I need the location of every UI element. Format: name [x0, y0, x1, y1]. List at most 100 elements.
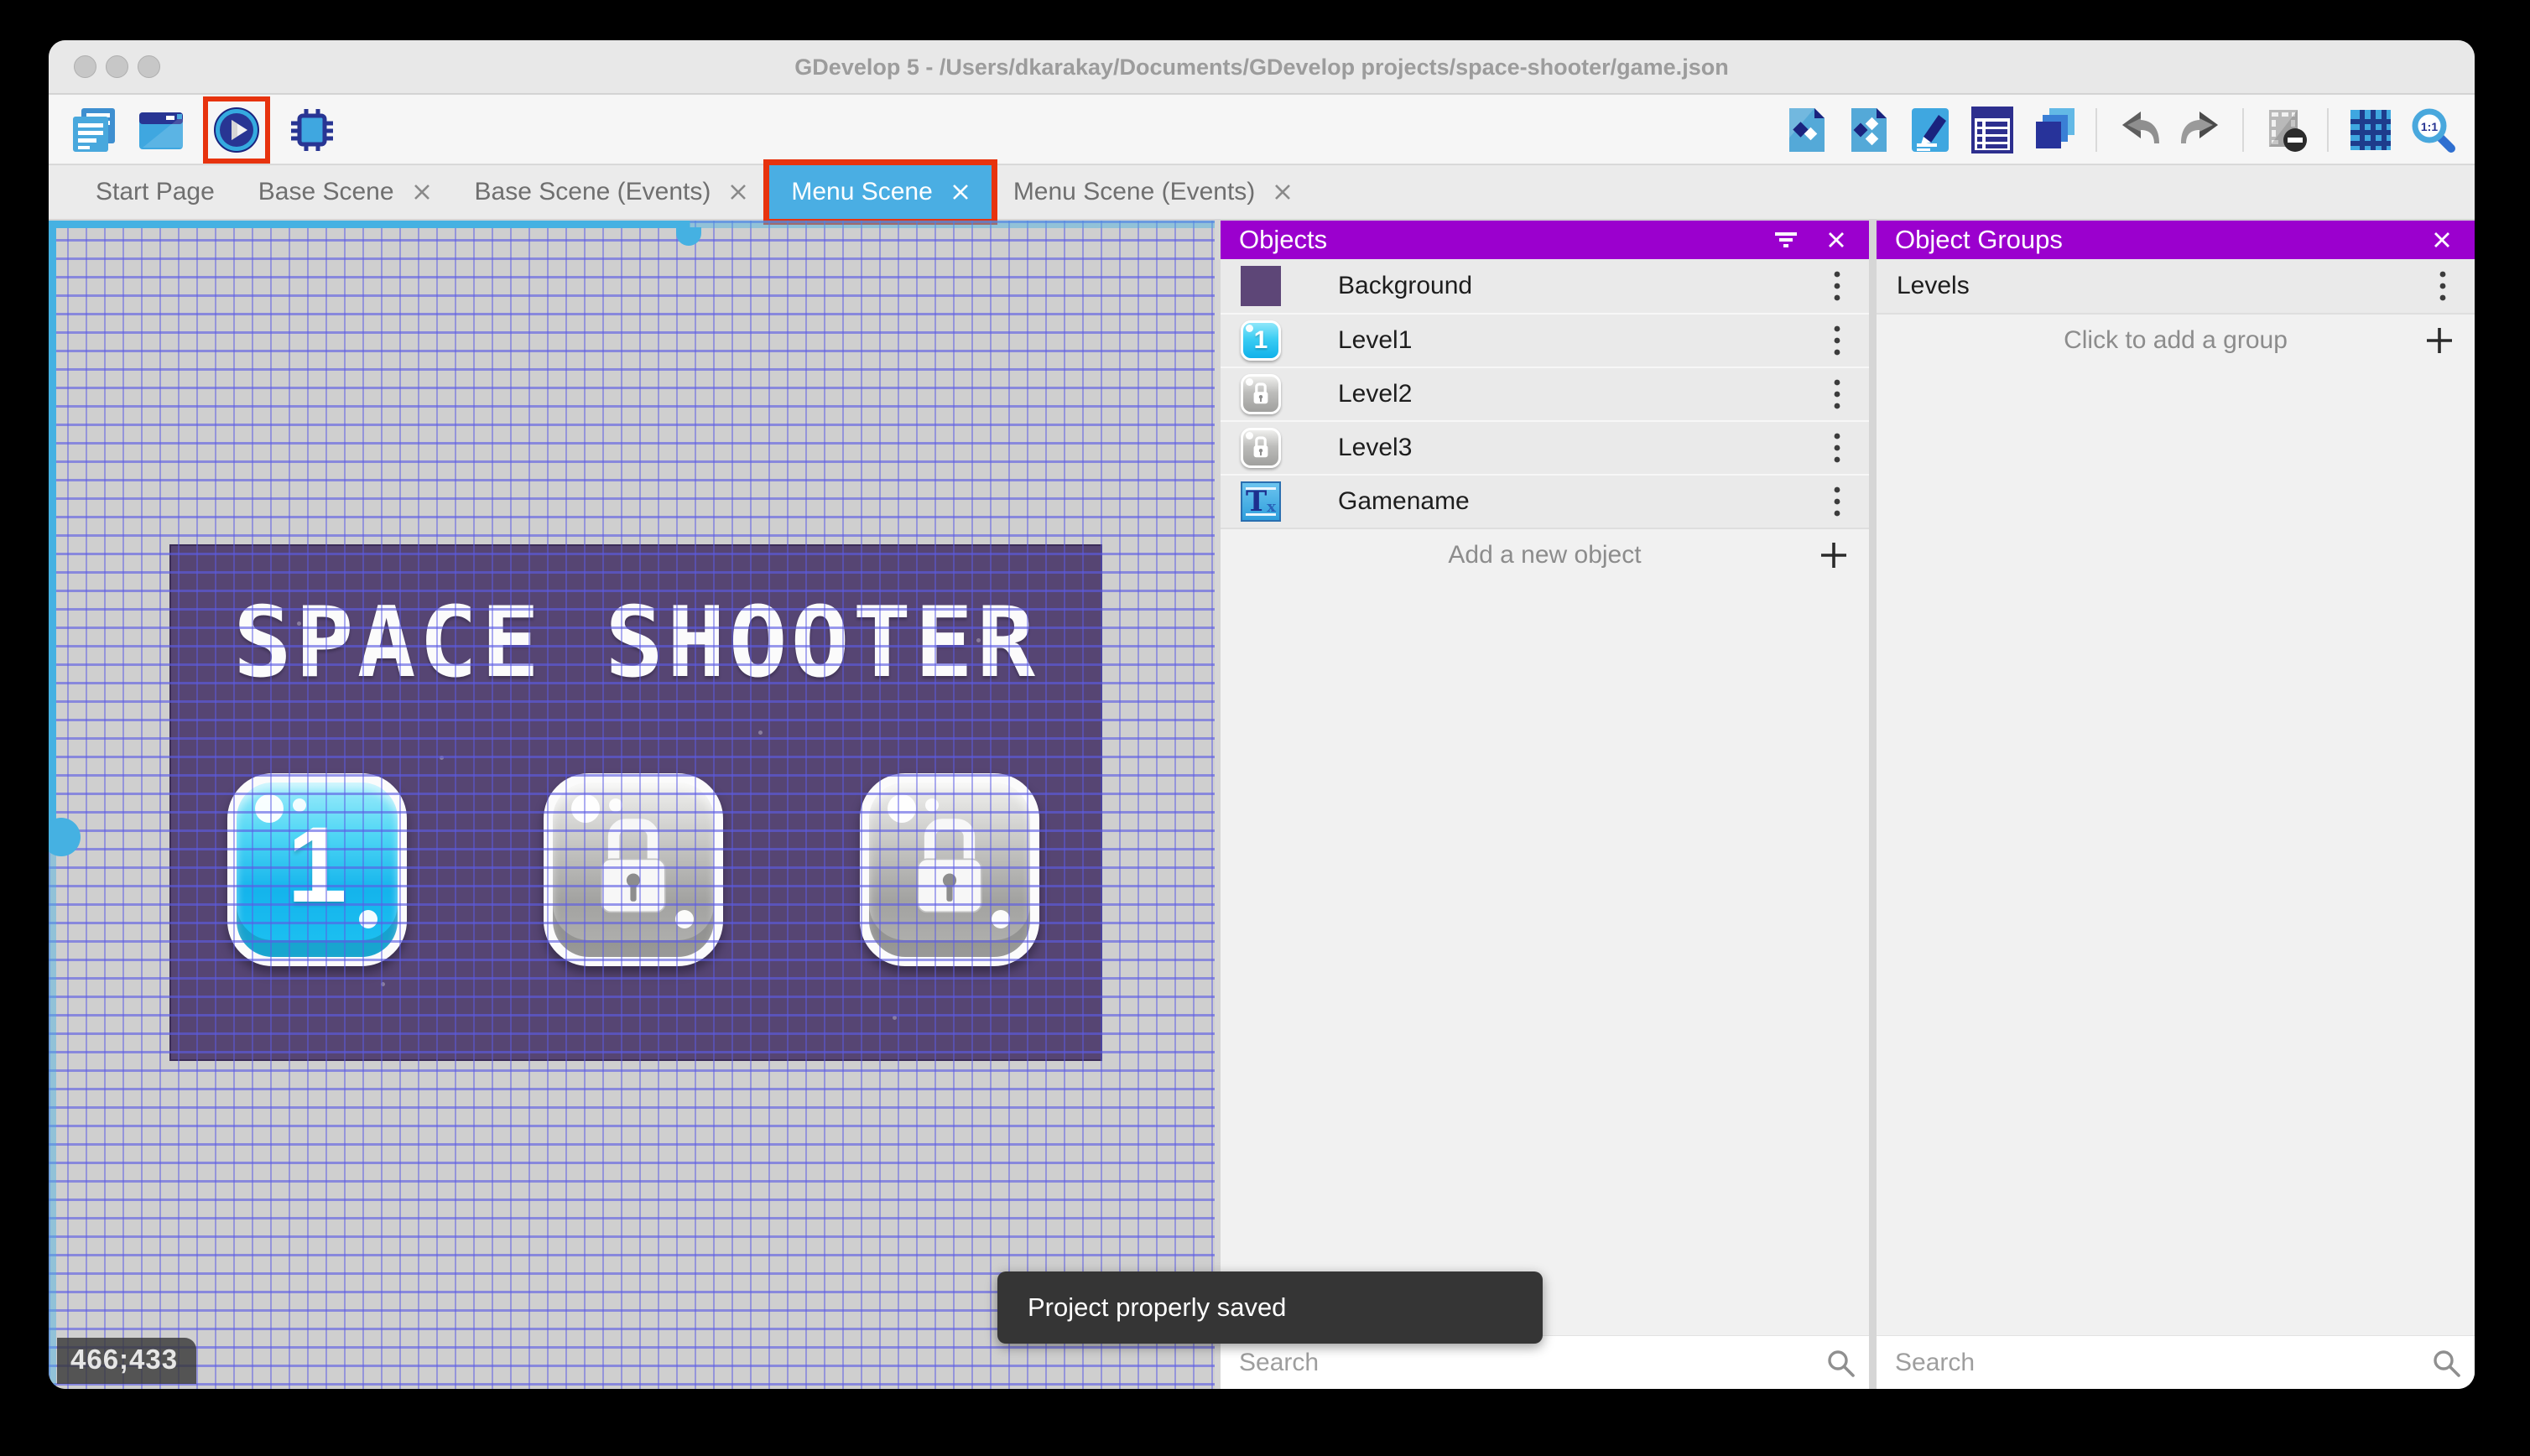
close-icon: [1829, 232, 1844, 247]
debugger-icon: [291, 108, 333, 151]
filter-icon: [1775, 232, 1797, 247]
objects-editor-button[interactable]: [1782, 106, 1830, 153]
play-highlight-box: [203, 96, 270, 164]
grid-icon: [2350, 109, 2391, 150]
tab-bar: Start Page Base Scene Base Scene (Events…: [49, 165, 2475, 220]
close-icon: [2434, 232, 2449, 247]
tab-close-icon[interactable]: [951, 183, 970, 201]
tab-close-icon[interactable]: [729, 183, 747, 201]
zoom-original-button[interactable]: 1:1: [2408, 106, 2456, 153]
level3-thumbnail: [1241, 428, 1281, 468]
object-row-level1[interactable]: 1 Level1: [1221, 313, 1869, 367]
zoom-1-1-icon: 1:1: [2412, 108, 2455, 153]
mini-lock-icon: [1253, 382, 1268, 404]
groups-search: [1877, 1335, 2475, 1389]
instances-list-button[interactable]: [1968, 106, 2016, 153]
search-icon: [1825, 1348, 1856, 1382]
add-group-button[interactable]: Click to add a group: [1877, 313, 2475, 367]
kebab-icon: [1834, 486, 1840, 517]
toolbar-right: 1:1: [1782, 95, 2456, 164]
object-row-background[interactable]: Background: [1221, 259, 1869, 313]
objects-panel-header: Objects: [1221, 221, 1869, 259]
tab-label: Menu Scene (Events): [1013, 178, 1256, 205]
scene-window-button[interactable]: [136, 105, 186, 155]
tab-menu-scene[interactable]: Menu Scene: [769, 165, 992, 219]
tab-close-icon[interactable]: [1273, 183, 1292, 201]
object-menu-button[interactable]: [1820, 374, 1854, 414]
play-preview-button[interactable]: [212, 106, 261, 154]
object-name: Level3: [1338, 434, 1413, 461]
object-row-level3[interactable]: Level3: [1221, 420, 1869, 474]
objects-panel-empty-space: [1221, 581, 1869, 1335]
scene-window-icon: [139, 112, 183, 149]
toolbar-left: [69, 95, 337, 164]
layers-editor-button[interactable]: [2030, 106, 2078, 153]
svg-text:1:1: 1:1: [2420, 120, 2437, 133]
kebab-icon: [2439, 271, 2446, 301]
project-manager-button[interactable]: [69, 105, 119, 155]
level2-thumbnail: [1241, 374, 1281, 414]
objects-panel: Objects Background 1 Level1 Level2 Level…: [1221, 221, 1869, 1389]
object-groups-editor-icon: [1851, 107, 1887, 152]
redo-icon: [2180, 111, 2218, 143]
undo-button[interactable]: [2115, 106, 2163, 153]
object-menu-button[interactable]: [1820, 428, 1854, 468]
object-groups-panel: Object Groups Levels Click to add a grou…: [1877, 221, 2475, 1389]
background-thumbnail: [1241, 266, 1281, 306]
object-menu-button[interactable]: [1820, 266, 1854, 306]
groups-search-input[interactable]: [1877, 1336, 2475, 1389]
gamename-thumbnail: Tx: [1241, 481, 1281, 522]
objects-editor-icon: [1785, 107, 1825, 152]
properties-icon: [1911, 107, 1949, 152]
group-menu-button[interactable]: [2426, 266, 2460, 306]
plus-icon: [1817, 538, 1851, 572]
kebab-icon: [1834, 325, 1840, 356]
tab-menu-scene-events[interactable]: Menu Scene (Events): [992, 165, 1314, 219]
group-row-levels[interactable]: Levels: [1877, 259, 2475, 313]
kebab-icon: [1834, 379, 1840, 409]
layers-editor-icon: [2035, 107, 2074, 148]
filter-button[interactable]: [1772, 226, 1800, 254]
plus-icon: [2423, 324, 2456, 357]
kebab-icon: [1834, 271, 1840, 301]
object-menu-button[interactable]: [1820, 481, 1854, 522]
save-toast: Project properly saved: [997, 1271, 1543, 1344]
redo-button[interactable]: [2177, 106, 2225, 153]
object-groups-panel-header: Object Groups: [1877, 221, 2475, 259]
vertical-scrollbar[interactable]: [49, 221, 56, 1389]
tab-close-icon[interactable]: [413, 183, 431, 201]
object-name: Gamename: [1338, 487, 1470, 515]
toast-message: Project properly saved: [1028, 1292, 1287, 1322]
undo-icon: [2121, 111, 2159, 143]
properties-button[interactable]: [1906, 106, 1954, 153]
tab-label: Start Page: [96, 178, 215, 205]
close-button[interactable]: [2428, 226, 2456, 254]
objects-search-input[interactable]: [1221, 1336, 1869, 1389]
scene-editor-canvas[interactable]: SPACE SHOOTER 1: [49, 221, 1215, 1389]
title-bar: GDevelop 5 - /Users/dkarakay/Documents/G…: [49, 40, 2475, 94]
object-row-gamename[interactable]: Tx Gamename: [1221, 474, 1869, 528]
close-button[interactable]: [1822, 226, 1851, 254]
tab-label: Base Scene: [258, 178, 394, 205]
object-name: Level1: [1338, 326, 1413, 354]
tab-label: Base Scene (Events): [474, 178, 711, 205]
gdevelop-window: GDevelop 5 - /Users/dkarakay/Documents/G…: [49, 40, 2475, 1389]
grid-overlay: [49, 221, 1215, 1389]
object-groups-editor-button[interactable]: [1844, 106, 1892, 153]
add-object-button[interactable]: Add a new object: [1221, 528, 1869, 581]
object-menu-button[interactable]: [1820, 320, 1854, 361]
tab-base-scene-events[interactable]: Base Scene (Events): [453, 165, 770, 219]
delete-instances-button[interactable]: [2262, 106, 2309, 153]
toolbar-separator: [2095, 107, 2097, 152]
object-row-level2[interactable]: Level2: [1221, 367, 1869, 420]
mini-lock-icon: [1253, 436, 1268, 458]
cursor-coordinates: 466;433: [57, 1338, 197, 1384]
toggle-grid-button[interactable]: [2346, 106, 2394, 153]
horizontal-scrollbar[interactable]: [49, 221, 1215, 228]
tab-start-page[interactable]: Start Page: [74, 165, 237, 219]
toolbar: 1:1: [49, 95, 2475, 164]
instances-list-icon: [1970, 106, 2013, 153]
tab-base-scene[interactable]: Base Scene: [237, 165, 453, 219]
debugger-button[interactable]: [287, 105, 337, 155]
level1-thumbnail: 1: [1241, 320, 1281, 361]
